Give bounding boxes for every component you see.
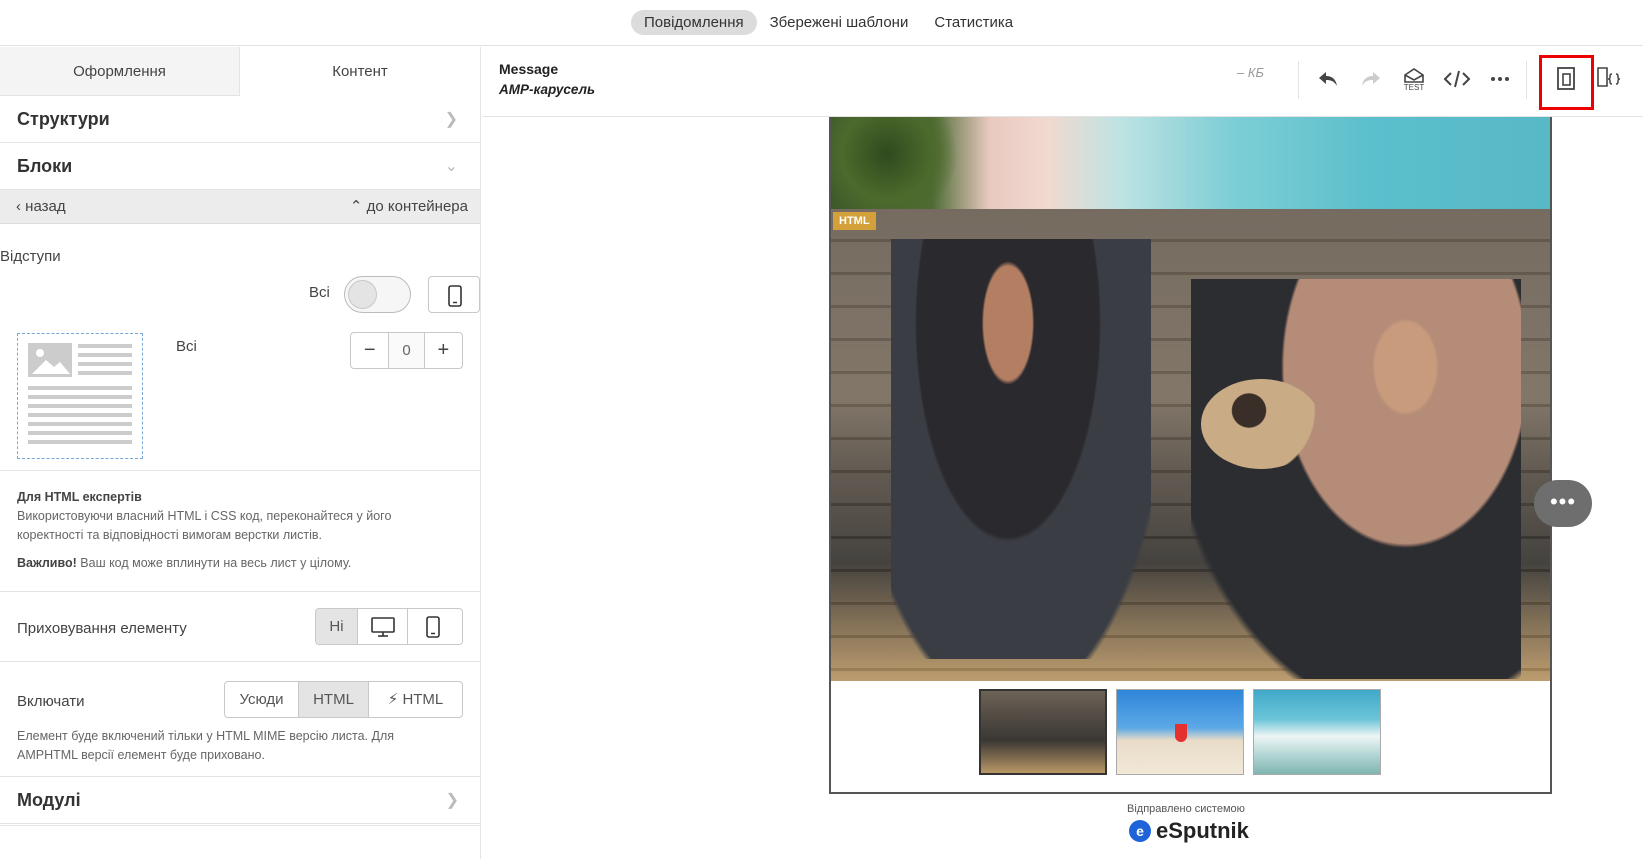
html-experts-important: Важливо! Ваш код може вплинути на весь л… xyxy=(17,556,352,570)
include-label: Включати xyxy=(17,693,85,710)
mobile-icon xyxy=(426,616,440,638)
hide-element-label: Приховування елементу xyxy=(17,620,187,637)
tab-messages[interactable]: Повідомлення xyxy=(631,10,757,35)
code-view-button[interactable] xyxy=(1443,65,1471,93)
template-variables-button[interactable] xyxy=(1594,65,1622,93)
sent-by-label: Відправлено системою xyxy=(1127,803,1245,815)
hide-element-selector: Ні xyxy=(315,608,463,645)
envelope-icon xyxy=(1404,67,1424,83)
back-bar: ‹ назад ⌃ до контейнера xyxy=(0,190,480,224)
paddings-all-toggle-label: Всі xyxy=(309,284,330,301)
carousel-thumbnails xyxy=(979,689,1381,775)
image-text-preview-icon xyxy=(28,343,132,444)
padding-value[interactable]: 0 xyxy=(388,333,425,368)
desktop-icon xyxy=(371,617,395,637)
section-modules-label: Модулі xyxy=(17,790,81,810)
trees-shape xyxy=(831,117,971,209)
mobile-paddings-button[interactable] xyxy=(428,276,480,313)
section-modules[interactable]: Модулі ❯ xyxy=(0,777,481,824)
more-options-button[interactable] xyxy=(1486,65,1514,93)
chevron-right-icon: ❯ xyxy=(445,792,459,809)
message-title: Message xyxy=(499,61,559,77)
beach-banner-image xyxy=(831,117,1550,209)
paddings-all-label: Всі xyxy=(176,338,197,355)
to-container-label: до контейнера xyxy=(366,198,468,215)
html-experts-note: Для HTML експертів Використовуючи власни… xyxy=(17,488,437,573)
carousel-main-image[interactable] xyxy=(831,209,1550,681)
paddings-all-toggle[interactable] xyxy=(344,276,411,313)
brand-logo: e eSputnik xyxy=(1129,818,1249,844)
esputnik-logo-icon: e xyxy=(1129,820,1151,842)
lightning-icon: ⚡︎ xyxy=(387,691,399,708)
html-experts-title: Для HTML експертів xyxy=(17,490,142,504)
section-blocks[interactable]: Блоки ⌄ xyxy=(0,143,480,190)
decrement-button[interactable]: − xyxy=(351,333,388,368)
chevron-up-icon: ⌃ xyxy=(349,198,363,215)
test-label: TEST xyxy=(1403,82,1425,92)
message-subtitle: AMP-карусель xyxy=(499,82,596,97)
test-send-button[interactable]: TEST xyxy=(1400,65,1428,93)
carousel-thumbnail-2[interactable] xyxy=(1116,689,1244,775)
divider xyxy=(0,661,481,662)
hide-mobile-option[interactable] xyxy=(408,609,458,644)
include-selector: Усюди HTML ⚡︎ HTML xyxy=(224,681,463,718)
redo-icon xyxy=(1362,72,1380,86)
back-label: назад xyxy=(25,198,66,215)
padding-stepper: − 0 + xyxy=(350,332,463,369)
section-structures[interactable]: Структури ❯ xyxy=(0,96,480,143)
include-amp-html-option[interactable]: ⚡︎ HTML xyxy=(369,682,462,717)
pug-figure xyxy=(1201,379,1321,469)
block-actions-button[interactable]: ••• xyxy=(1534,480,1592,527)
paddings-title: Відступи xyxy=(0,248,61,265)
mobile-icon xyxy=(448,285,462,307)
tab-statistics[interactable]: Статистика xyxy=(921,10,1026,35)
include-everywhere-option[interactable]: Усюди xyxy=(225,682,299,717)
divider xyxy=(0,825,481,826)
woman-figure xyxy=(1191,279,1521,679)
editor-toolbar: Message AMP-карусель – КБ TEST xyxy=(482,47,1643,117)
chevron-down-icon: ⌄ xyxy=(444,158,458,175)
toolbar-divider xyxy=(1298,61,1299,99)
to-container-link[interactable]: ⌃ до контейнера xyxy=(350,190,468,224)
carousel-thumbnail-1[interactable] xyxy=(979,689,1107,775)
html-experts-text: Використовуючи власний HTML і CSS код, п… xyxy=(17,509,392,542)
more-horizontal-icon xyxy=(1491,77,1509,81)
man-figure xyxy=(891,239,1151,659)
html-block-tag: HTML xyxy=(833,212,876,230)
increment-button[interactable]: + xyxy=(425,333,462,368)
hide-none-option[interactable]: Ні xyxy=(316,609,358,644)
brand-name: eSputnik xyxy=(1156,818,1249,843)
tab-content[interactable]: Контент xyxy=(240,47,480,96)
divider xyxy=(0,470,481,471)
message-size: – КБ xyxy=(1237,65,1264,80)
panel-tabs: Оформлення Контент xyxy=(0,47,480,96)
email-preview: HTML xyxy=(829,117,1552,794)
redo-button[interactable] xyxy=(1357,65,1385,93)
section-structures-label: Структури xyxy=(17,109,110,129)
copy-icon xyxy=(1557,67,1575,90)
back-link[interactable]: ‹ назад xyxy=(16,190,66,224)
undo-icon xyxy=(1319,72,1337,86)
toolbar-divider xyxy=(1526,61,1527,99)
divider xyxy=(0,591,481,592)
file-code-icon xyxy=(1597,67,1621,87)
section-blocks-label: Блоки xyxy=(17,156,73,176)
code-icon xyxy=(1443,70,1471,88)
top-tabs: Повідомлення Збережені шаблони Статистик… xyxy=(631,10,1026,35)
top-navigation: Повідомлення Збережені шаблони Статистик… xyxy=(0,0,1643,46)
padding-preview xyxy=(17,333,143,459)
chevron-left-icon: ‹ xyxy=(16,198,21,215)
amp-html-label: HTML xyxy=(402,691,444,708)
hide-desktop-option[interactable] xyxy=(358,609,408,644)
carousel-thumbnail-3[interactable] xyxy=(1253,689,1381,775)
include-html-option[interactable]: HTML xyxy=(299,682,369,717)
tab-design[interactable]: Оформлення xyxy=(0,47,240,96)
include-note: Елемент буде включений тільки у HTML MIM… xyxy=(17,729,395,762)
copy-template-button[interactable] xyxy=(1552,65,1580,93)
undo-button[interactable] xyxy=(1314,65,1342,93)
toggle-knob xyxy=(348,280,377,309)
chevron-right-icon: ❯ xyxy=(444,111,458,128)
tab-saved-templates[interactable]: Збережені шаблони xyxy=(757,10,922,35)
